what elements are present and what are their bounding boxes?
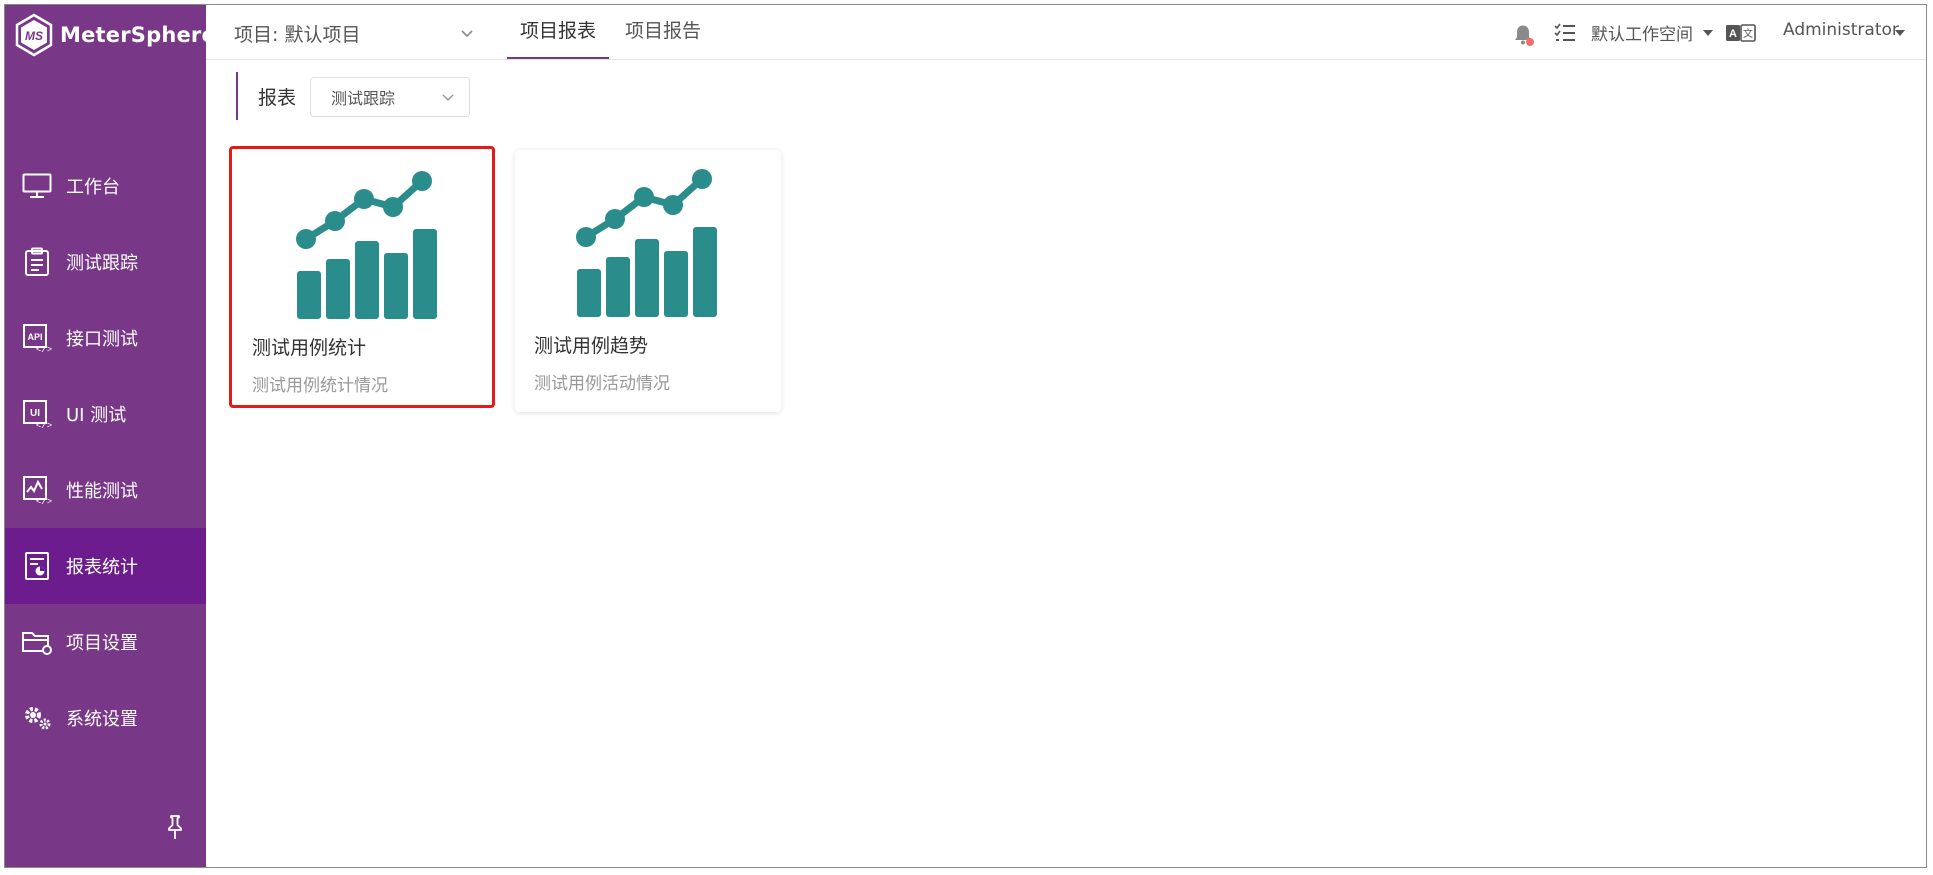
api-code-icon: API </> [20,321,54,355]
sidebar-item-api-test[interactable]: API </> 接口测试 [5,300,206,376]
sidebar-item-label: 性能测试 [66,481,138,502]
breadcrumb-label: 报表 [258,87,297,109]
svg-text:文: 文 [1743,27,1753,40]
performance-chart-icon: </> [20,473,54,507]
folder-gear-icon [20,625,54,659]
sidebar-item-report-statistics[interactable]: 报表统计 [5,528,206,604]
bar-line-chart-icon [296,171,437,319]
tab-project-charts[interactable]: 项目报表 [507,5,609,59]
sidebar-nav: 工作台 测试跟踪 API </> 接口测试 UI </> UI 测试 </> 性… [5,148,206,756]
card-title: 测试用例趋势 [534,335,649,357]
svg-text:</>: </> [36,421,52,429]
sidebar-item-workbench[interactable]: 工作台 [5,148,206,224]
svg-text:API: API [27,332,42,342]
pin-icon[interactable] [164,813,186,841]
notification-dot [1526,38,1534,46]
sidebar-item-label: 报表统计 [66,557,138,578]
svg-text:UI: UI [30,408,40,419]
clipboard-list-icon [20,245,54,279]
sidebar-item-label: 项目设置 [66,633,138,654]
report-type-value: 测试跟踪 [331,89,396,108]
bell-icon[interactable] [1511,23,1535,47]
logo[interactable]: MS MeterSphere [15,13,216,57]
card-description: 测试用例统计情况 [252,376,388,396]
sidebar-item-label: 测试跟踪 [66,253,138,274]
sidebar-item-label: 接口测试 [66,329,138,350]
caret-down-icon [1895,30,1905,36]
user-name: Administrator [1783,20,1899,40]
sidebar-item-ui-test[interactable]: UI </> UI 测试 [5,376,206,452]
sidebar-item-test-track[interactable]: 测试跟踪 [5,224,206,300]
user-menu[interactable]: Administrator [1783,20,1899,40]
tab-label: 项目报告 [625,20,702,42]
tab-project-reports[interactable]: 项目报告 [625,5,701,57]
project-select[interactable]: 项目: 默认项目 [234,19,474,47]
app-window: MS MeterSphere 工作台 测试跟踪 API </> 接口测试 UI … [4,4,1927,868]
logo-letters: MS [25,29,43,43]
monitor-icon [20,169,54,203]
card-title: 测试用例统计 [252,337,367,359]
caret-down-icon [1703,30,1713,36]
report-type-select[interactable]: 测试跟踪 [310,77,470,117]
sidebar-item-label: 系统设置 [66,709,138,730]
sidebar-item-performance-test[interactable]: </> 性能测试 [5,452,206,528]
ui-code-icon: UI </> [20,397,54,431]
sidebar-item-label: 工作台 [66,177,120,198]
sidebar-item-project-settings[interactable]: 项目设置 [5,604,206,680]
language-switch-icon[interactable]: A 文 [1726,24,1756,42]
bar-line-chart-icon [576,169,717,317]
chevron-down-icon [461,29,473,37]
app-name: MeterSphere [60,23,216,47]
workspace-select[interactable]: 默认工作空间 [1591,20,1693,45]
tab-label: 项目报表 [519,20,596,42]
svg-text:A: A [1729,28,1737,40]
project-select-value: 项目: 默认项目 [234,23,361,46]
sidebar-item-label: UI 测试 [66,405,127,426]
chevron-down-icon [442,93,454,101]
sidebar: MS MeterSphere 工作台 测试跟踪 API </> 接口测试 UI … [5,5,216,867]
svg-text:</>: </> [36,497,52,505]
sidebar-item-system-settings[interactable]: 系统设置 [5,680,206,756]
breadcrumb-accent-bar [236,72,238,120]
report-chart-icon [20,549,54,583]
report-card-case-statistics[interactable]: 测试用例统计 测试用例统计情况 [229,146,495,408]
svg-text:</>: </> [36,345,52,353]
gears-icon [20,701,54,735]
top-header: 项目: 默认项目 项目报表 项目报告 默认工作空间 A 文 Administra… [206,5,1926,60]
report-card-case-trend[interactable]: 测试用例趋势 测试用例活动情况 [515,150,781,412]
workspace-name: 默认工作空间 [1591,25,1693,45]
card-description: 测试用例活动情况 [534,374,670,394]
metersphere-logo-icon: MS [15,13,53,57]
workspace-list-icon [1554,23,1575,41]
